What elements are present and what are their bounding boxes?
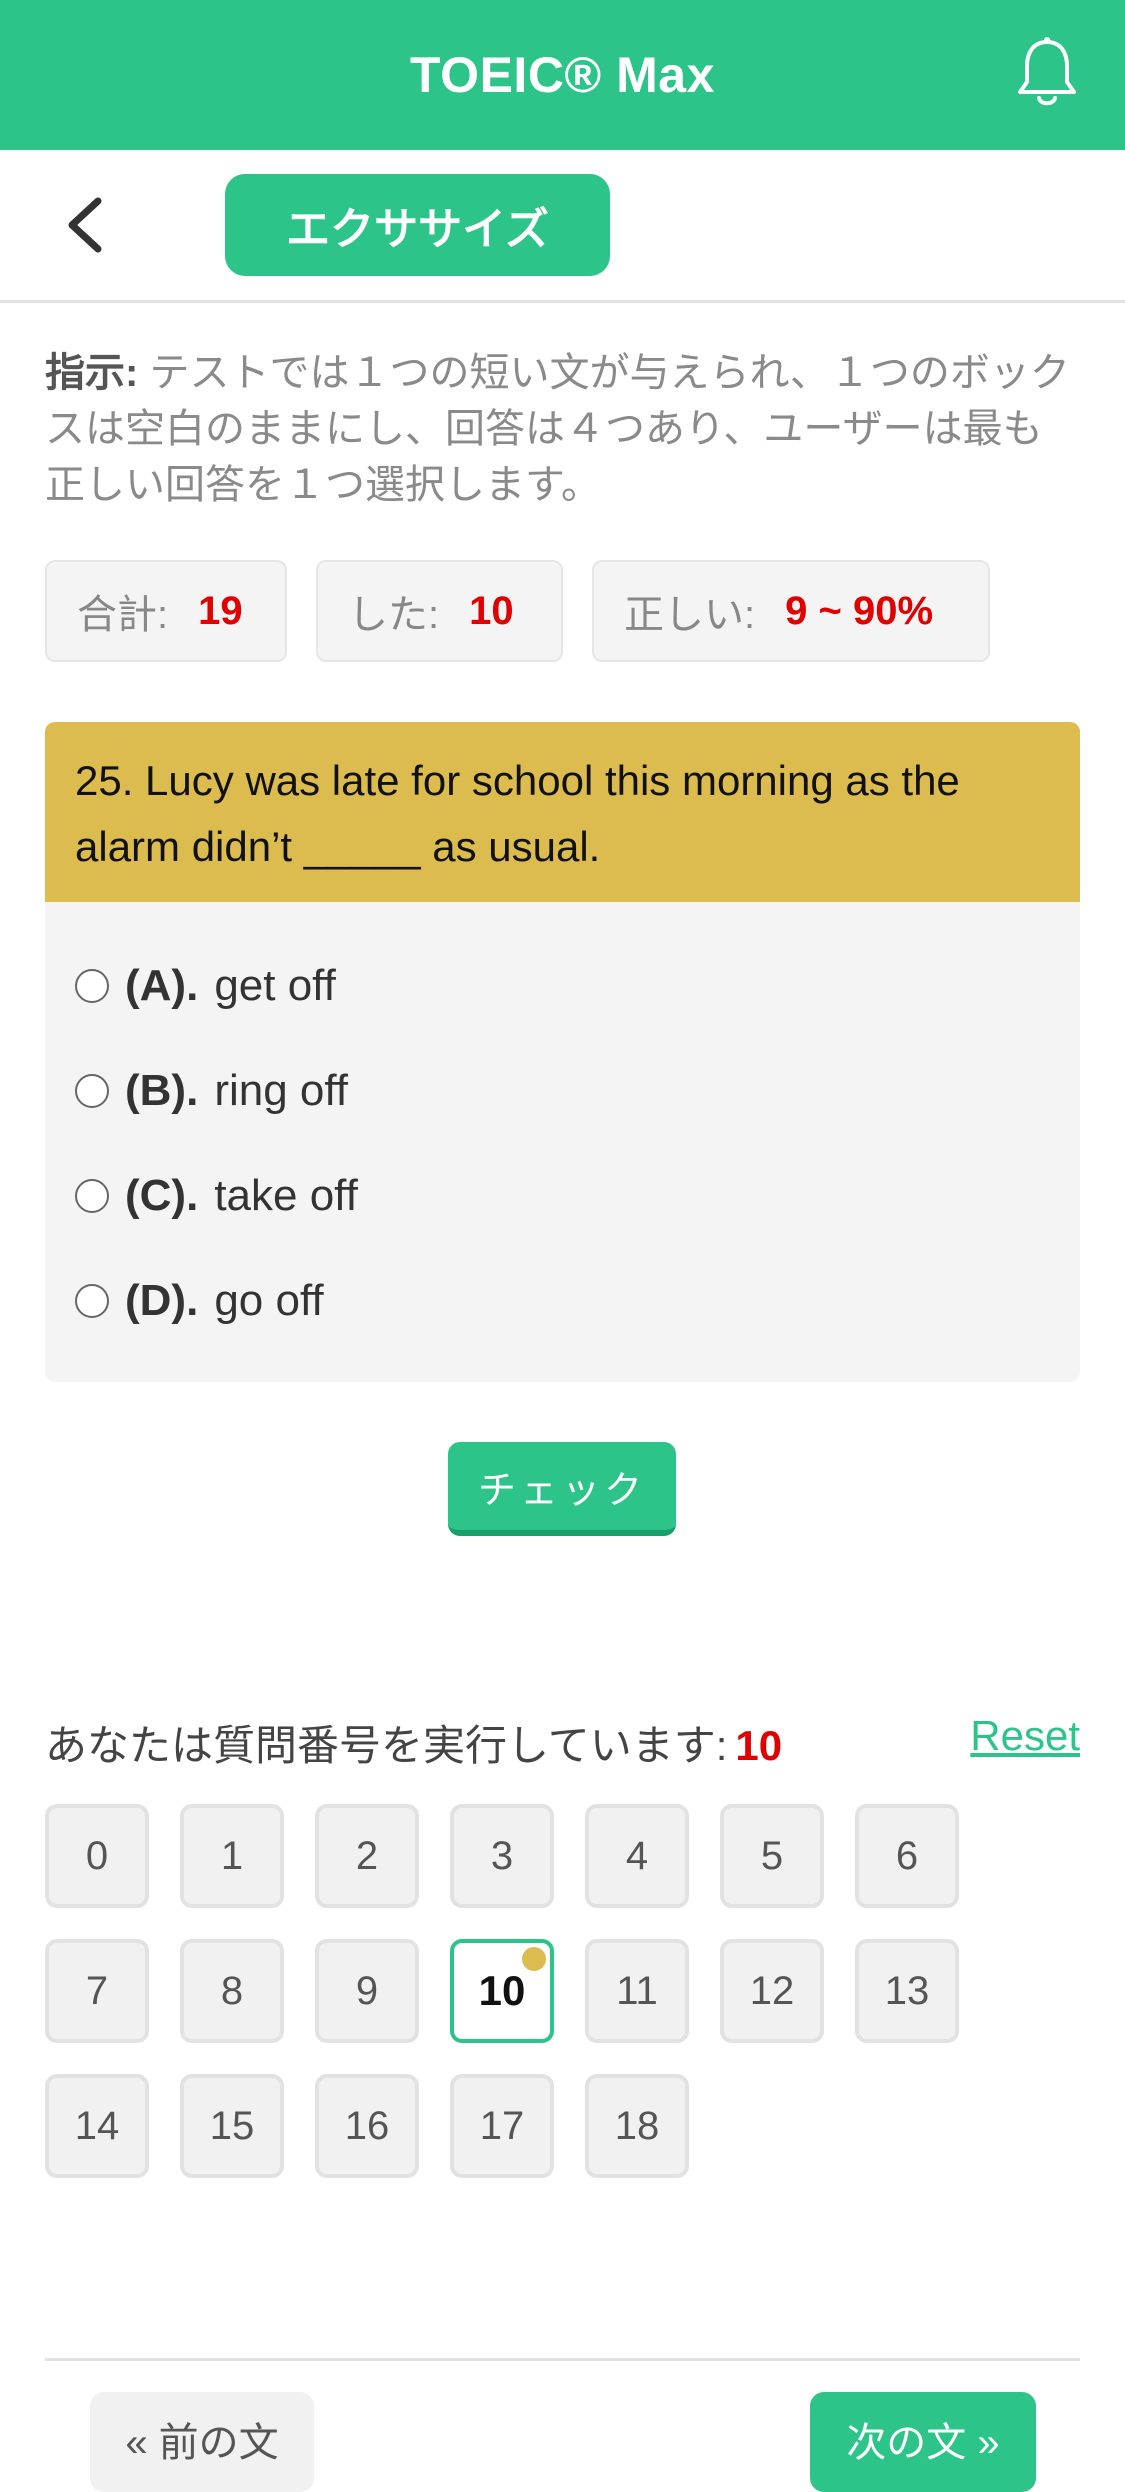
question-number-button[interactable]: 0 (45, 1804, 149, 1908)
option-d-text: go off (214, 1276, 324, 1325)
stat-total: 合計: 19 (45, 560, 287, 662)
question-number-button[interactable]: 6 (855, 1804, 959, 1908)
question-number-button[interactable]: 2 (315, 1804, 419, 1908)
answer-options: (A). get off (B). ring off (C). take off… (45, 902, 1080, 1382)
question-text: 25. Lucy was late for school this mornin… (45, 722, 1080, 902)
question-number-button[interactable]: 9 (315, 1939, 419, 2043)
check-button[interactable]: チェック (448, 1442, 676, 1536)
question-number-button[interactable]: 13 (855, 1939, 959, 2043)
question-number-button[interactable]: 4 (585, 1804, 689, 1908)
question-number-button[interactable]: 15 (180, 2074, 284, 2178)
chevron-left-icon[interactable] (62, 195, 112, 255)
option-b[interactable]: (B). ring off (75, 1061, 348, 1121)
question-number-button[interactable]: 12 (720, 1939, 824, 2043)
stat-correct-label: 正しい: (624, 593, 756, 637)
radio-c[interactable] (75, 1179, 109, 1213)
question-number-button[interactable]: 7 (45, 1939, 149, 2043)
instruction-label: 指示: (45, 351, 139, 395)
question-number-button[interactable]: 14 (45, 2074, 149, 2178)
stat-total-value: 19 (198, 588, 243, 633)
app-title: TOEIC® Max (410, 47, 715, 103)
current-marker-dot (522, 1947, 546, 1971)
option-d[interactable]: (D). go off (75, 1271, 324, 1331)
reset-link[interactable]: Reset (970, 1712, 1080, 1760)
radio-a[interactable] (75, 969, 109, 1003)
question-number-button[interactable]: 8 (180, 1939, 284, 2043)
bell-icon[interactable] (1015, 36, 1079, 110)
instruction-text: 指示: テストでは１つの短い文が与えられ、１つのボックスは空白のままにし、回答は… (45, 345, 1075, 513)
stat-total-label: 合計: (77, 593, 169, 637)
radio-b[interactable] (75, 1074, 109, 1108)
option-a-text: get off (214, 961, 336, 1010)
question-number-button[interactable]: 3 (450, 1804, 554, 1908)
option-b-text: ring off (214, 1066, 349, 1115)
option-d-label: (D). (125, 1276, 199, 1325)
app-header: TOEIC® Max (0, 0, 1125, 150)
current-question-number: 10 (478, 1967, 526, 2014)
question-number-button[interactable]: 17 (450, 2074, 554, 2178)
sub-navigation: エクササイズ (0, 150, 1125, 303)
exercise-tab-button[interactable]: エクササイズ (225, 174, 610, 276)
radio-d[interactable] (75, 1284, 109, 1318)
current-question-button[interactable]: 10 (450, 1939, 554, 2043)
stat-done-value: 10 (469, 588, 514, 633)
footer-divider (45, 2358, 1080, 2361)
option-c[interactable]: (C). take off (75, 1166, 358, 1226)
instruction-body: テストでは１つの短い文が与えられ、１つのボックスは空白のままにし、回答は４つあり… (45, 351, 1070, 507)
question-number-button[interactable]: 5 (720, 1804, 824, 1908)
stat-done-label: した: (348, 593, 440, 637)
question-number-button[interactable]: 1 (180, 1804, 284, 1908)
stat-done: した: 10 (316, 560, 563, 662)
next-sentence-button[interactable]: 次の文 » (810, 2392, 1036, 2492)
question-number-button[interactable]: 11 (585, 1939, 689, 2043)
option-a-label: (A). (125, 961, 199, 1010)
question-number-button[interactable]: 18 (585, 2074, 689, 2178)
previous-sentence-button[interactable]: « 前の文 (90, 2392, 314, 2492)
option-c-label: (C). (125, 1171, 199, 1220)
option-a[interactable]: (A). get off (75, 956, 336, 1016)
question-number-button[interactable]: 16 (315, 2074, 419, 2178)
stat-correct: 正しい: 9 ~ 90% (592, 560, 990, 662)
option-b-label: (B). (125, 1066, 199, 1115)
running-label: あなたは質問番号を実行しています: (45, 1722, 728, 1769)
option-c-text: take off (214, 1171, 358, 1220)
stat-correct-value: 9 ~ 90% (785, 588, 934, 633)
running-number: 10 (735, 1722, 783, 1769)
running-question-indicator: あなたは質問番号を実行しています: 10 (45, 1712, 782, 1773)
